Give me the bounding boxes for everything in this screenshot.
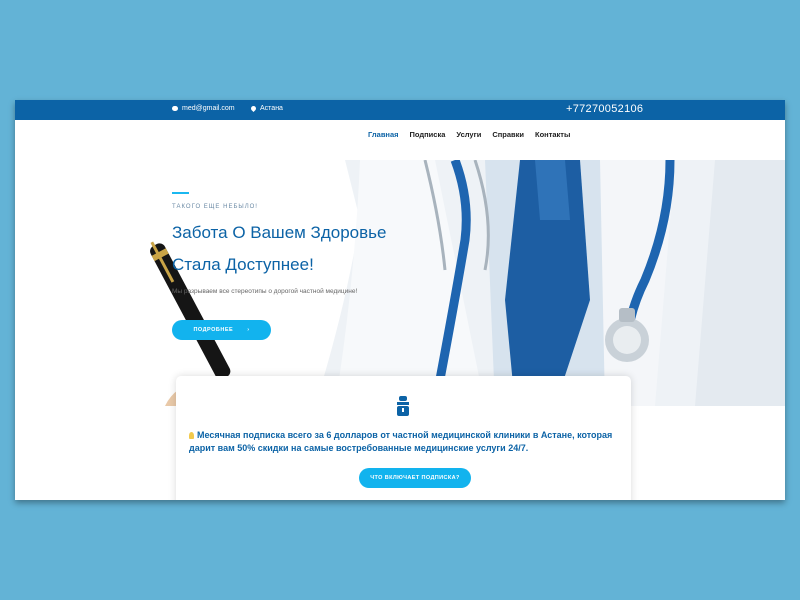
doctor-icon: [397, 396, 409, 416]
nav-item-services[interactable]: Услуги: [456, 130, 481, 139]
more-button[interactable]: ПОДРОБНЕЕ ›: [172, 320, 271, 340]
email-info[interactable]: med@gmail.com: [172, 105, 235, 112]
location-info: Астана: [249, 104, 283, 113]
lightbulb-icon: [189, 432, 194, 439]
nav-item-contacts[interactable]: Контакты: [535, 130, 570, 139]
nav-item-home[interactable]: Главная: [368, 130, 399, 139]
hero-title-line2: Стала Доступнее!: [172, 255, 314, 274]
hero-subtitle: Мы разрываем все стереотипы о дорогой ча…: [172, 288, 358, 295]
chat-icon: [172, 106, 178, 111]
subscription-description: Месячная подписка всего за 6 долларов от…: [189, 429, 619, 455]
hero-title-line1: Забота О Вашем Здоровье: [172, 223, 387, 242]
doctor-hero-image: [150, 160, 785, 406]
subscription-includes-button[interactable]: ЧТО ВКЛЮЧАЕТ ПОДПИСКА?: [359, 468, 471, 488]
subscription-card: Месячная подписка всего за 6 долларов от…: [176, 376, 631, 500]
hero-section: ТАКОГО ЕЩЕ НЕБЫЛО! Забота О Вашем Здоров…: [15, 160, 785, 406]
email-text: med@gmail.com: [182, 105, 235, 112]
more-button-label: ПОДРОБНЕЕ: [193, 327, 234, 333]
top-bar: med@gmail.com Астана +77270052106: [15, 100, 785, 120]
phone-number[interactable]: +77270052106: [566, 103, 643, 115]
city-text: Астана: [260, 105, 283, 112]
hero-tagline: ТАКОГО ЕЩЕ НЕБЫЛО!: [172, 204, 258, 210]
subscription-text: Месячная подписка всего за 6 долларов от…: [189, 430, 613, 453]
location-pin-icon: [249, 104, 258, 113]
chevron-right-icon: ›: [247, 327, 250, 333]
nav-item-subscription[interactable]: Подписка: [410, 130, 446, 139]
main-nav: Главная Подписка Услуги Справки Контакты: [368, 130, 570, 139]
accent-line: [172, 192, 189, 194]
nav-item-certificates[interactable]: Справки: [492, 130, 524, 139]
browser-page: med@gmail.com Астана +77270052106 Главна…: [15, 100, 785, 500]
